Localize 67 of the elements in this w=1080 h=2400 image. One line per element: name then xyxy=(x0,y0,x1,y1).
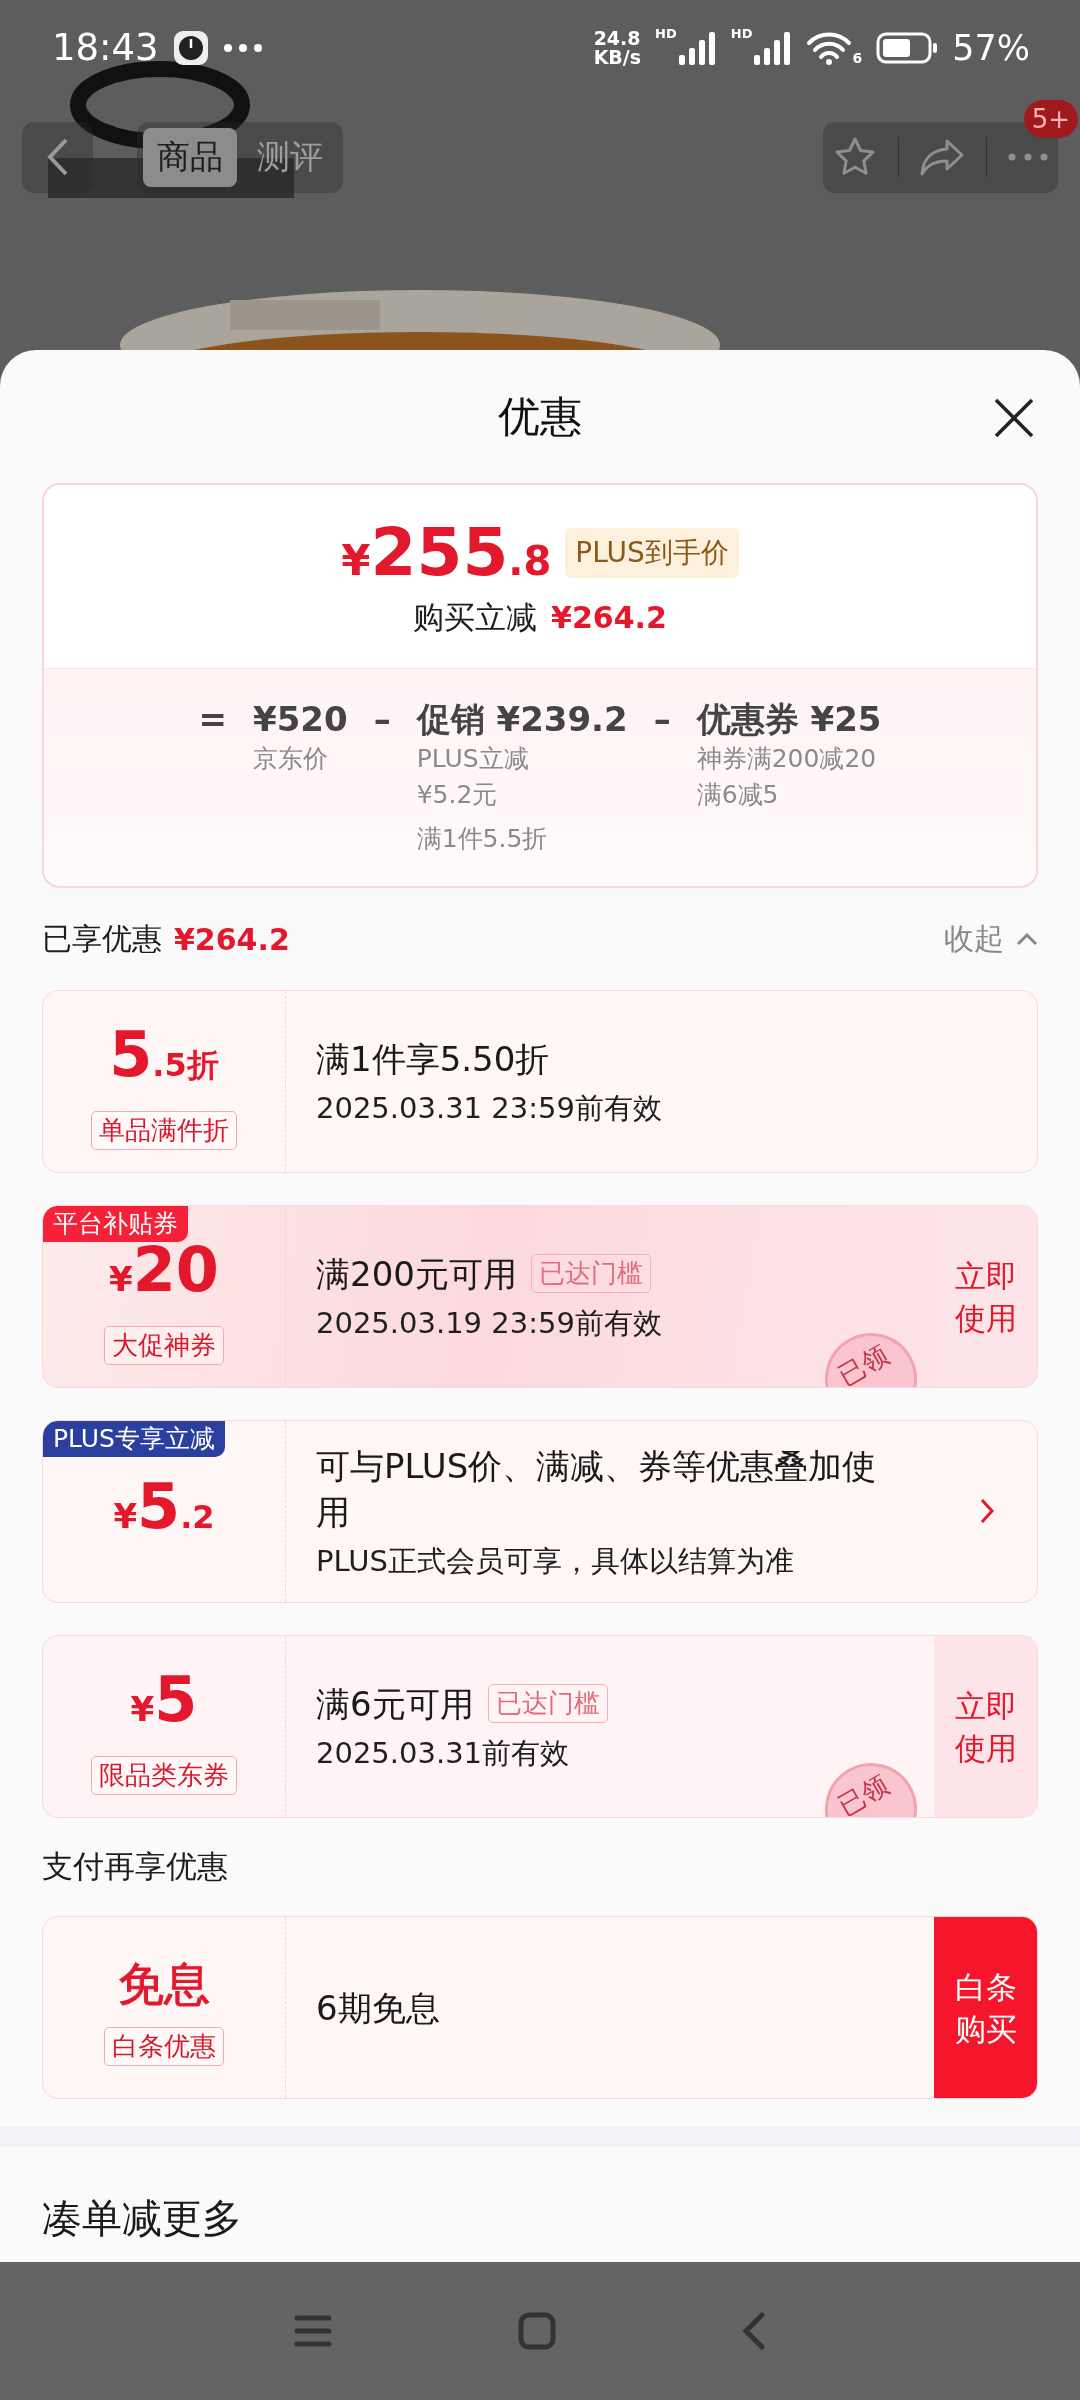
network-label: HD xyxy=(730,26,753,41)
home-icon[interactable] xyxy=(518,2312,556,2350)
more-icon xyxy=(222,42,263,53)
share-icon[interactable] xyxy=(919,137,966,177)
network-label: HD xyxy=(655,26,677,41)
offer-title: 满6元可用 xyxy=(316,1682,474,1726)
offer-tag: 限品类东券 xyxy=(91,1756,237,1795)
breakdown-amount: 优惠券 ¥25 xyxy=(696,698,882,741)
wifi-icon xyxy=(806,30,853,65)
offer-tag: 大促神券 xyxy=(104,1326,224,1365)
final-price: ¥255.8 xyxy=(341,514,552,591)
breakdown-note: 满6减5 xyxy=(696,779,780,811)
breakdown-note: 京东价 xyxy=(253,743,329,775)
breakdown-amount: 促销 ¥239.2 xyxy=(416,698,628,741)
offer-value: ¥5 xyxy=(130,1664,198,1738)
operator-sign: = xyxy=(198,698,227,741)
breakdown-note: ¥5.2元 xyxy=(416,779,499,811)
offer-value: ¥5.2 xyxy=(113,1470,215,1545)
chevron-left-icon xyxy=(45,137,70,177)
offer-ribbon: 平台补贴券 xyxy=(43,1206,188,1242)
use-button[interactable]: 立即使用 xyxy=(934,1636,1037,1817)
validity-text: 2025.03.19 23:59前有效 xyxy=(316,1304,663,1342)
offer-ribbon: PLUS专享立减 xyxy=(43,1421,225,1457)
enjoyed-amount: ¥264.2 xyxy=(174,921,290,957)
offer-title: 可与PLUS价、满减、券等优惠叠加使用 xyxy=(316,1444,878,1534)
saving-label: 购买立减 xyxy=(413,598,538,637)
section-heading: 支付再享优惠 xyxy=(41,1847,229,1886)
battery-icon xyxy=(876,31,939,64)
collapse-toggle[interactable]: 收起 xyxy=(944,918,1038,960)
breakdown-note: 神券满200减20 xyxy=(696,743,878,775)
breakdown-note: PLUS立减 xyxy=(416,743,530,775)
wifi-label: 6 xyxy=(852,50,863,65)
status-time: 18:43 xyxy=(52,26,159,69)
breakdown-amount: ¥520 xyxy=(253,698,348,741)
threshold-tag: 已达门槛 xyxy=(530,1254,651,1293)
menu-icon[interactable] xyxy=(294,2314,332,2348)
tab[interactable]: 测评 xyxy=(243,127,337,187)
offer-title: 6期免息 xyxy=(316,1986,440,2030)
offer-value: 免息 xyxy=(118,1955,210,2013)
validity-text: PLUS正式会员可享，具体以结算为准 xyxy=(316,1542,795,1580)
price-tag: PLUS到手价 xyxy=(565,527,739,578)
breakdown-note: 满1件5.5折 xyxy=(416,823,549,855)
buy-button[interactable]: 白条购买 xyxy=(934,1917,1037,2098)
section-heading: 凑单减更多 xyxy=(41,2193,243,2243)
tab[interactable]: 商品 xyxy=(143,127,237,187)
sheet-title: 优惠 xyxy=(498,390,582,443)
close-icon[interactable] xyxy=(992,396,1036,440)
back-icon[interactable] xyxy=(742,2312,766,2350)
signal-icon xyxy=(752,30,793,65)
offer-tag: 白条优惠 xyxy=(104,2026,224,2066)
operator-sign: – xyxy=(653,698,671,741)
battery-percentage: 57% xyxy=(952,27,1030,68)
threshold-tag: 已达门槛 xyxy=(487,1684,608,1723)
more-icon[interactable] xyxy=(1007,153,1048,161)
offer-tag: 单品满件折 xyxy=(91,1111,237,1150)
offer-value: 5.5折 xyxy=(109,1019,219,1093)
validity-text: 2025.03.31前有效 xyxy=(316,1734,571,1772)
network-speed: 24.8 KB/s xyxy=(593,28,642,67)
back-button[interactable] xyxy=(22,121,93,193)
chevron-right-icon[interactable] xyxy=(979,1497,995,1525)
validity-text: 2025.03.31 23:59前有效 xyxy=(316,1089,663,1127)
operator-sign: – xyxy=(373,698,391,741)
enjoyed-label: 已享优惠 xyxy=(42,919,162,958)
offer-title: 满1件享5.50折 xyxy=(316,1037,550,1081)
saving-amount: ¥264.2 xyxy=(551,600,667,635)
signal-icon xyxy=(676,30,717,65)
offer-title: 满200元可用 xyxy=(316,1252,517,1296)
